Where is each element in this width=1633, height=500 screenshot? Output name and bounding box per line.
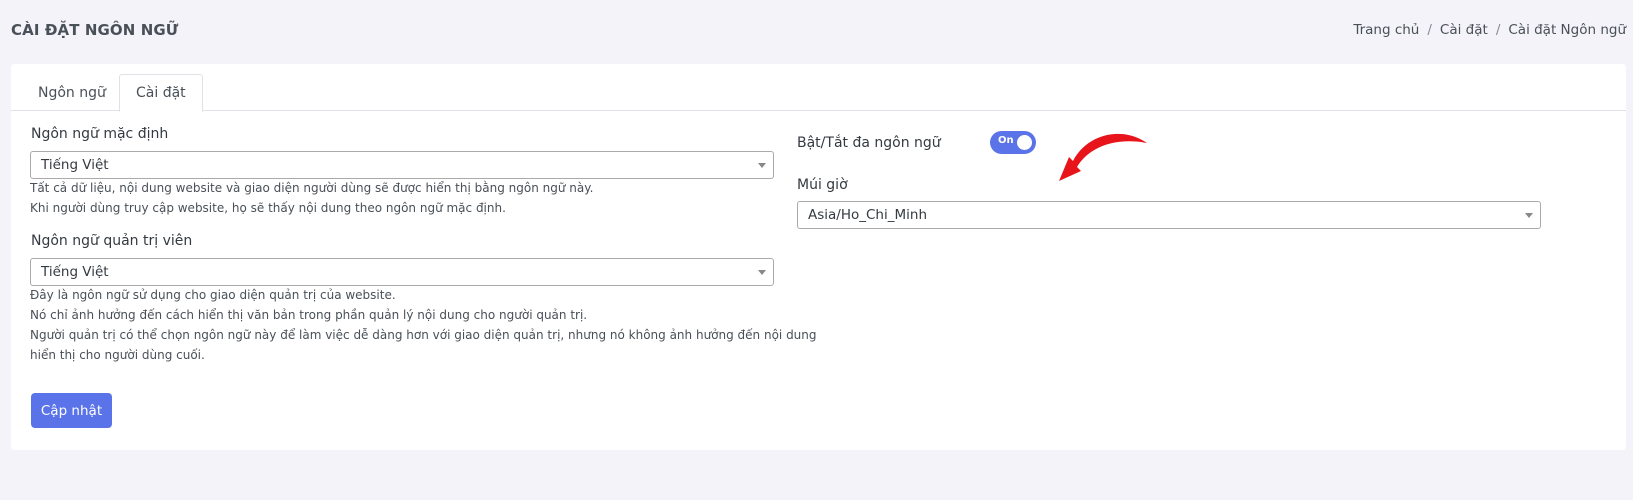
breadcrumb: Trang chủ / Cài đặt / Cài đặt Ngôn ngữ [1353,22,1626,38]
default-language-help: Tất cả dữ liệu, nội dung website và giao… [30,178,593,218]
help-line: Tất cả dữ liệu, nội dung website và giao… [30,181,594,195]
page-title: CÀI ĐẶT NGÔN NGỮ [11,21,179,39]
breadcrumb-separator: / [1495,22,1501,38]
timezone-label: Múi giờ [797,177,848,193]
admin-language-select[interactable]: Tiếng Việt [30,258,774,286]
breadcrumb-current: Cài đặt Ngôn ngữ [1508,22,1626,38]
breadcrumb-settings[interactable]: Cài đặt [1440,22,1488,38]
breadcrumb-separator: / [1427,22,1432,38]
tab-bar: Ngôn ngữ Cài đặt [11,74,1626,112]
toggle-knob [1017,135,1032,150]
help-line: Đây là ngôn ngữ sử dụng cho giao diện qu… [30,288,396,302]
help-line: Khi người dùng truy cập website, họ sẽ t… [30,201,506,215]
default-language-label: Ngôn ngữ mặc định [31,126,169,142]
dropdown-arrow-icon [758,163,766,168]
default-language-select[interactable]: Tiếng Việt [30,151,774,179]
admin-language-value: Tiếng Việt [41,264,109,280]
tab-settings[interactable]: Cài đặt [119,74,203,112]
update-button[interactable]: Cập nhật [31,393,112,428]
timezone-select[interactable]: Asia/Ho_Chi_Minh [797,201,1541,229]
multilang-toggle[interactable]: On [990,131,1036,154]
dropdown-arrow-icon [1525,213,1533,218]
admin-language-help: Đây là ngôn ngữ sử dụng cho giao diện qu… [30,285,817,365]
dropdown-arrow-icon [758,270,766,275]
help-line: Người quản trị có thể chọn ngôn ngữ này … [30,328,817,342]
toggle-state-text: On [998,135,1014,146]
tab-languages[interactable]: Ngôn ngữ [22,74,122,111]
help-line: hiển thị cho người dùng cuối. [30,348,205,362]
help-line: Nó chỉ ảnh hưởng đến cách hiển thị văn b… [30,308,588,322]
page-header: CÀI ĐẶT NGÔN NGỮ Trang chủ / Cài đặt / C… [11,18,1626,42]
settings-card: Ngôn ngữ Cài đặt Ngôn ngữ mặc định Tiếng… [11,64,1626,450]
annotation-arrow-icon [1059,133,1147,181]
timezone-value: Asia/Ho_Chi_Minh [808,207,927,223]
default-language-value: Tiếng Việt [41,157,109,173]
admin-language-label: Ngôn ngữ quản trị viên [31,233,193,249]
breadcrumb-home[interactable]: Trang chủ [1353,22,1419,38]
multilang-toggle-label: Bật/Tắt đa ngôn ngữ [797,135,941,151]
